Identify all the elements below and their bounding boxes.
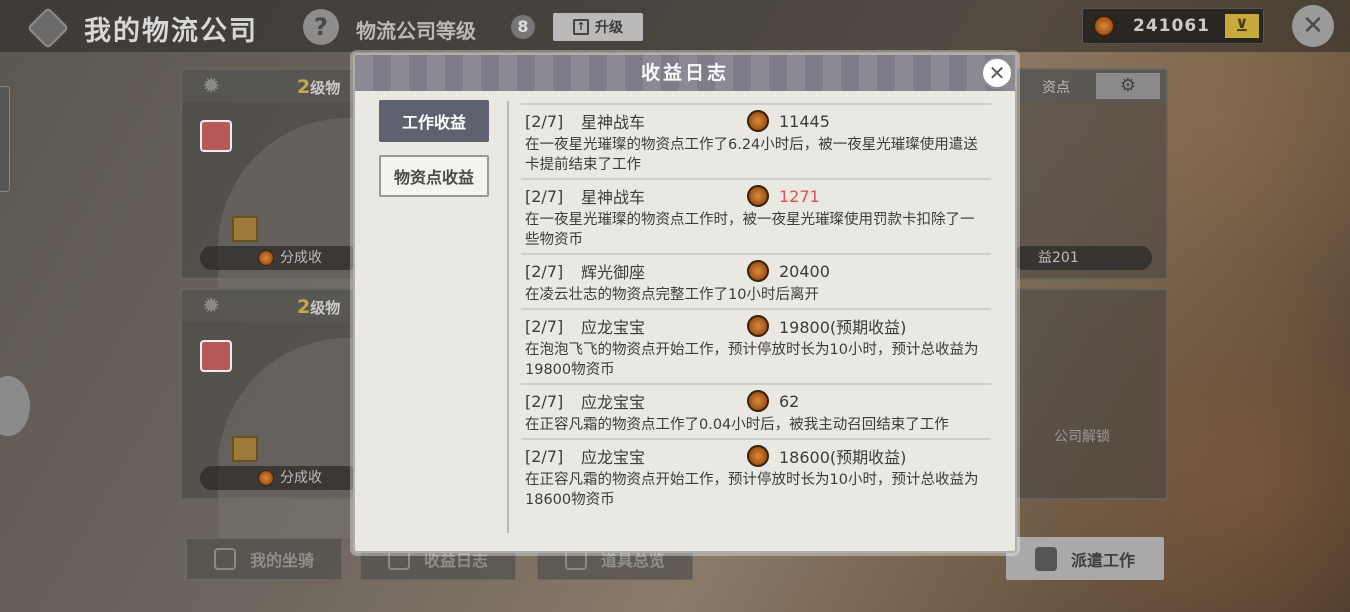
card-header: 资点 ⚙ bbox=[1002, 70, 1166, 102]
crate-icon bbox=[232, 436, 258, 462]
log-amount: 1271 bbox=[779, 186, 820, 206]
horseshoe-icon bbox=[213, 548, 236, 570]
card-header-label: 资点 bbox=[1042, 80, 1070, 96]
log-entry: [2/7] 星神战车 11445 在一夜星光璀璨的物资点工作了6.24小时后，被… bbox=[521, 103, 991, 178]
log-entry: [2/7] 辉光御座 20400 在凌云壮志的物资点完整工作了10小时后离开 bbox=[521, 253, 991, 308]
log-description: 在凌云壮志的物资点完整工作了10小时后离开 bbox=[525, 287, 819, 303]
star-icon: ✹ bbox=[202, 294, 221, 319]
log-amount: 18600(预期收益) bbox=[779, 448, 907, 467]
currency-display: 241061 ⊻ bbox=[1082, 8, 1264, 44]
tab-work-income[interactable]: 工作收益 bbox=[379, 100, 489, 142]
log-description: 在一夜星光璀璨的物资点工作了6.24小时后，被一夜星光璀璨使用遣送卡提前结束了工… bbox=[525, 137, 978, 173]
log-amount: 20400 bbox=[779, 261, 830, 281]
divider bbox=[507, 101, 509, 533]
mount-name: 星神战车 bbox=[581, 113, 646, 132]
log-date: [2/7] bbox=[525, 316, 564, 336]
log-description: 在一夜星光璀璨的物资点工作时，被一夜星光璀璨使用罚款卡扣除了一些物资币 bbox=[525, 212, 975, 248]
tab-resource-point-income[interactable]: 物资点收益 bbox=[379, 155, 489, 197]
coin-icon bbox=[747, 185, 769, 207]
log-entry: [2/7] 应龙宝宝 19800(预期收益) 在泡泡飞飞的物资点开始工作，预计停… bbox=[521, 308, 991, 383]
card-footer: 分成收 bbox=[200, 466, 360, 490]
log-amount: 19800(预期收益) bbox=[779, 318, 907, 337]
coin-icon bbox=[258, 470, 274, 486]
coin-icon bbox=[747, 260, 769, 282]
log-entry: [2/7] 应龙宝宝 18600(预期收益) 在正容凡霜的物资点开始工作，预计停… bbox=[521, 438, 991, 513]
upgrade-button[interactable]: ↑ 升级 bbox=[553, 13, 643, 41]
card-footer: 分成收 bbox=[200, 246, 360, 270]
mount-name: 应龙宝宝 bbox=[581, 318, 646, 337]
coin-icon bbox=[1093, 15, 1115, 37]
dispatch-icon bbox=[1034, 546, 1057, 571]
log-amount: 11445 bbox=[779, 111, 830, 131]
gear-icon[interactable]: ⚙ bbox=[1096, 73, 1160, 99]
cart-icon[interactable]: ⊻ bbox=[1225, 14, 1259, 38]
mount-name: 应龙宝宝 bbox=[581, 393, 646, 412]
log-date: [2/7] bbox=[525, 186, 564, 206]
card-footer: 益201 bbox=[1012, 246, 1152, 270]
log-date: [2/7] bbox=[525, 111, 564, 131]
upgrade-label: 升级 bbox=[595, 20, 623, 36]
logistics-card[interactable]: ✹ 2级物 分成收 bbox=[180, 68, 478, 318]
currency-value: 241061 bbox=[1133, 16, 1210, 36]
my-mounts-button[interactable]: 我的坐骑 bbox=[186, 538, 342, 580]
coin-icon bbox=[258, 250, 274, 266]
log-entry: [2/7] 星神战车 1271 在一夜星光璀璨的物资点工作时，被一夜星光璀璨使用… bbox=[521, 178, 991, 253]
help-icon[interactable]: ? bbox=[303, 9, 339, 45]
crate-icon bbox=[232, 216, 258, 242]
log-description: 在正容凡霜的物资点开始工作，预计停放时长为10小时，预计总收益为18600物资币 bbox=[525, 472, 979, 508]
locked-card: 公司解锁 bbox=[1000, 288, 1168, 500]
top-bar: 我的物流公司 ? 物流公司等级 8 ↑ 升级 241061 ⊻ ✕ bbox=[0, 0, 1350, 52]
log-date: [2/7] bbox=[525, 261, 564, 281]
mount-name: 辉光御座 bbox=[581, 263, 646, 282]
company-level-badge: 8 bbox=[511, 15, 535, 39]
coin-icon bbox=[747, 110, 769, 132]
star-icon: ✹ bbox=[202, 74, 221, 99]
close-page-button[interactable]: ✕ bbox=[1292, 5, 1334, 47]
upgrade-arrow-icon: ↑ bbox=[573, 19, 589, 35]
unlock-text: 公司解锁 bbox=[1054, 429, 1110, 445]
mount-name: 星神战车 bbox=[581, 188, 646, 207]
company-logo-icon bbox=[26, 6, 70, 50]
resource-point-card[interactable]: 资点 ⚙ 益201 bbox=[1000, 68, 1168, 280]
dispatch-work-button[interactable]: 派遣工作 bbox=[1006, 537, 1164, 580]
logistics-card[interactable]: ✹ 2级物 分成收 bbox=[180, 288, 478, 538]
close-icon[interactable]: ✕ bbox=[981, 57, 1013, 89]
card-header: ✹ 2级物 bbox=[182, 290, 368, 322]
side-tab[interactable] bbox=[0, 86, 10, 192]
avatar bbox=[200, 340, 232, 372]
log-date: [2/7] bbox=[525, 391, 564, 411]
card-level: 2级物 bbox=[297, 296, 341, 318]
log-date: [2/7] bbox=[525, 446, 564, 466]
log-description: 在泡泡飞飞的物资点开始工作，预计停放时长为10小时，预计总收益为19800物资币 bbox=[525, 342, 979, 378]
log-amount: 62 bbox=[779, 391, 800, 411]
modal-title: 收益日志 bbox=[355, 55, 1015, 91]
coin-icon bbox=[747, 445, 769, 467]
log-description: 在正容凡霜的物资点工作了0.04小时后，被我主动召回结束了工作 bbox=[525, 417, 949, 433]
income-log-list[interactable]: [2/7] 星神战车 11445 在一夜星光璀璨的物资点工作了6.24小时后，被… bbox=[521, 103, 991, 513]
card-level: 2级物 bbox=[297, 76, 341, 98]
avatar bbox=[200, 120, 232, 152]
coin-icon bbox=[747, 390, 769, 412]
coin-icon bbox=[747, 315, 769, 337]
page-title: 我的物流公司 bbox=[84, 16, 258, 47]
log-entry: [2/7] 应龙宝宝 62 在正容凡霜的物资点工作了0.04小时后，被我主动召回… bbox=[521, 383, 991, 438]
company-level-label: 物流公司等级 bbox=[356, 19, 476, 43]
card-header: ✹ 2级物 bbox=[182, 70, 368, 102]
mount-name: 应龙宝宝 bbox=[581, 448, 646, 467]
income-log-modal: 收益日志 ✕ 工作收益 物资点收益 [2/7] 星神战车 11445 在一夜星光… bbox=[353, 53, 1017, 553]
